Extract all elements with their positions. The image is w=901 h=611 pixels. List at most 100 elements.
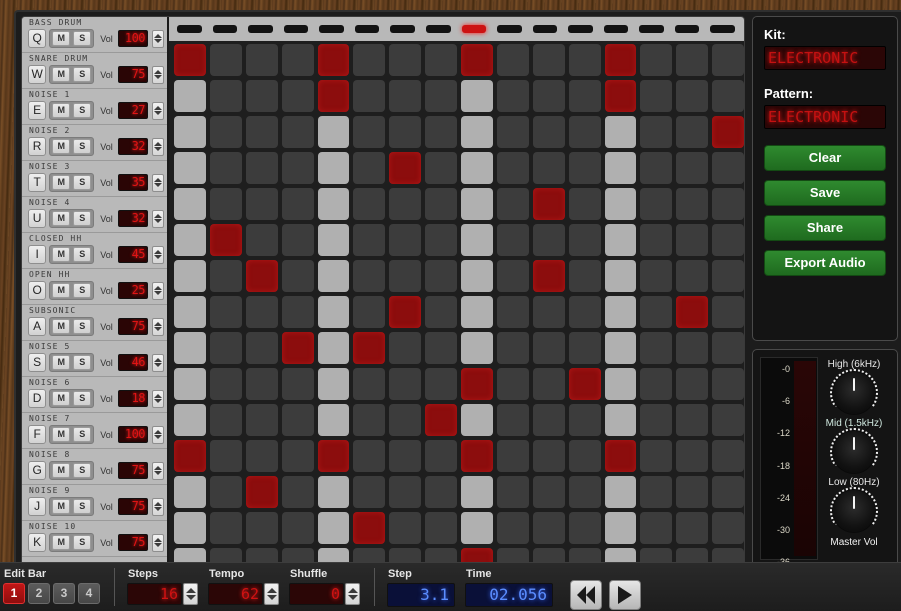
edit-bar-button-1[interactable]: 1	[3, 583, 25, 604]
step-cell[interactable]	[496, 296, 529, 328]
step-cell[interactable]	[676, 332, 709, 364]
track-key-button[interactable]: Q	[28, 29, 47, 48]
step-cell[interactable]	[532, 260, 565, 292]
step-cell[interactable]	[532, 224, 565, 256]
step-cell[interactable]	[496, 476, 529, 508]
step-cell[interactable]	[425, 404, 457, 436]
step-cell[interactable]	[712, 368, 744, 400]
step-cell[interactable]	[353, 440, 386, 472]
mute-button[interactable]: M	[52, 355, 71, 370]
step-cell[interactable]	[461, 188, 493, 220]
step-grid[interactable]	[169, 41, 744, 567]
volume-stepper[interactable]	[152, 353, 164, 372]
step-cell[interactable]	[389, 116, 422, 148]
step-cell[interactable]	[568, 260, 601, 292]
step-cell[interactable]	[496, 404, 529, 436]
solo-button[interactable]: S	[73, 67, 92, 82]
volume-stepper[interactable]	[152, 209, 164, 228]
step-cell[interactable]	[317, 476, 350, 508]
share-button[interactable]: Share	[764, 215, 886, 241]
step-cell[interactable]	[245, 368, 278, 400]
step-cell[interactable]	[281, 260, 314, 292]
rewind-icon[interactable]	[570, 580, 602, 610]
step-cell[interactable]	[461, 152, 493, 184]
step-cell[interactable]	[389, 44, 422, 76]
step-cell[interactable]	[425, 368, 457, 400]
track-key-button[interactable]: I	[28, 245, 47, 264]
step-cell[interactable]	[640, 404, 673, 436]
volume-stepper[interactable]	[152, 281, 164, 300]
step-cell[interactable]	[245, 404, 278, 436]
step-cell[interactable]	[568, 404, 601, 436]
track-key-button[interactable]: E	[28, 101, 47, 120]
step-cell[interactable]	[353, 260, 386, 292]
mute-button[interactable]: M	[52, 67, 71, 82]
step-cell[interactable]	[676, 296, 709, 328]
step-cell[interactable]	[532, 80, 565, 112]
step-cell[interactable]	[425, 440, 457, 472]
step-cell[interactable]	[604, 44, 637, 76]
step-cell[interactable]	[496, 116, 529, 148]
step-cell[interactable]	[604, 512, 637, 544]
export-audio-button[interactable]: Export Audio	[764, 250, 886, 276]
step-cell[interactable]	[353, 476, 386, 508]
step-cell[interactable]	[604, 332, 637, 364]
volume-value[interactable]: 100	[117, 426, 149, 443]
step-cell[interactable]	[209, 260, 242, 292]
step-cell[interactable]	[532, 296, 565, 328]
solo-button[interactable]: S	[73, 211, 92, 226]
volume-stepper[interactable]	[152, 173, 164, 192]
step-cell[interactable]	[604, 80, 637, 112]
step-cell[interactable]	[317, 152, 350, 184]
step-cell[interactable]	[245, 476, 278, 508]
step-cell[interactable]	[209, 224, 242, 256]
step-cell[interactable]	[389, 368, 422, 400]
kit-display[interactable]: ELECTRONIC	[764, 46, 886, 70]
step-cell[interactable]	[174, 440, 206, 472]
step-cell[interactable]	[604, 404, 637, 436]
step-led[interactable]	[425, 25, 451, 33]
volume-value[interactable]: 18	[117, 390, 149, 407]
volume-stepper[interactable]	[152, 65, 164, 84]
volume-value[interactable]: 75	[117, 318, 149, 335]
step-cell[interactable]	[425, 512, 457, 544]
step-cell[interactable]	[532, 188, 565, 220]
step-cell[interactable]	[712, 116, 744, 148]
step-cell[interactable]	[640, 116, 673, 148]
solo-button[interactable]: S	[73, 391, 92, 406]
step-led[interactable]	[390, 25, 415, 33]
high-eq-knob[interactable]	[833, 372, 875, 414]
step-cell[interactable]	[532, 404, 565, 436]
step-cell[interactable]	[353, 332, 386, 364]
step-cell[interactable]	[568, 368, 601, 400]
step-cell[interactable]	[496, 512, 529, 544]
step-cell[interactable]	[174, 512, 206, 544]
step-cell[interactable]	[712, 476, 744, 508]
volume-stepper[interactable]	[152, 317, 164, 336]
solo-button[interactable]: S	[73, 319, 92, 334]
step-led[interactable]	[354, 25, 380, 33]
step-cell[interactable]	[461, 116, 493, 148]
mute-button[interactable]: M	[52, 391, 71, 406]
step-cell[interactable]	[712, 440, 744, 472]
step-cell[interactable]	[317, 80, 350, 112]
step-cell[interactable]	[712, 80, 744, 112]
step-cell[interactable]	[640, 152, 673, 184]
step-cell[interactable]	[209, 44, 242, 76]
step-cell[interactable]	[209, 80, 242, 112]
step-cell[interactable]	[461, 368, 493, 400]
mute-button[interactable]: M	[52, 319, 71, 334]
solo-button[interactable]: S	[73, 535, 92, 550]
step-cell[interactable]	[425, 116, 457, 148]
step-cell[interactable]	[676, 368, 709, 400]
step-cell[interactable]	[640, 296, 673, 328]
step-cell[interactable]	[174, 80, 206, 112]
step-cell[interactable]	[676, 224, 709, 256]
step-cell[interactable]	[461, 260, 493, 292]
volume-value[interactable]: 45	[117, 246, 149, 263]
step-led[interactable]	[283, 25, 309, 33]
step-cell[interactable]	[496, 332, 529, 364]
mute-button[interactable]: M	[52, 499, 71, 514]
step-cell[interactable]	[281, 152, 314, 184]
solo-button[interactable]: S	[73, 175, 92, 190]
